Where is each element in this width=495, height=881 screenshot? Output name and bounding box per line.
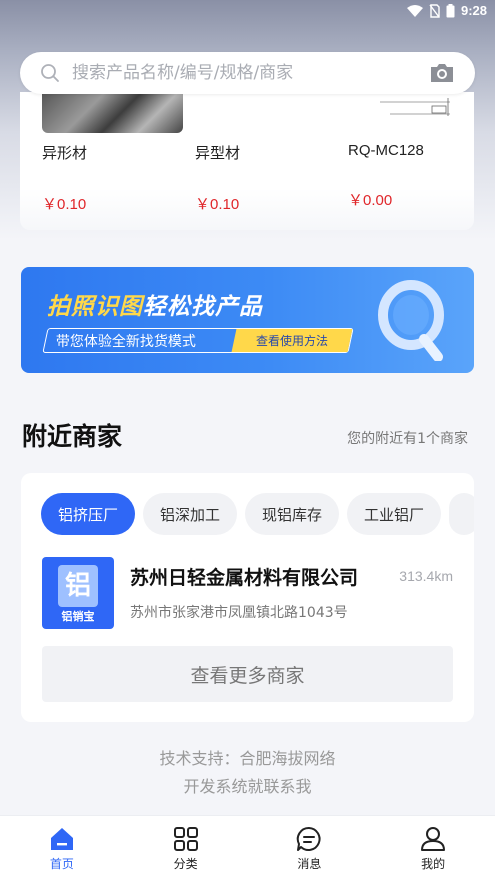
wifi-icon — [406, 4, 423, 17]
bottom-tab-bar: 首页 分类 消息 我的 — [0, 815, 495, 881]
chip-more[interactable] — [449, 493, 474, 535]
chip-extrusion[interactable]: 铝挤压厂 — [41, 493, 136, 535]
magnifier-icon — [378, 280, 444, 361]
tab-messages[interactable]: 消息 — [248, 816, 372, 881]
product-name: 异形材 — [42, 145, 88, 162]
photo-search-banner[interactable]: 拍照识图轻松找产品 带您体验全新找货模式 查看使用方法 — [21, 267, 474, 373]
logo-glyph: 铝 — [58, 565, 98, 607]
home-icon — [50, 828, 73, 850]
battery-icon — [446, 3, 455, 17]
merchant-logo[interactable]: 铝 铝销宝 — [42, 557, 114, 629]
more-merchants-button[interactable]: 查看更多商家 — [42, 646, 453, 702]
message-icon — [297, 826, 321, 851]
product-price: ￥0.10 — [42, 196, 87, 213]
banner-link-label: 查看使用方法 — [255, 334, 328, 348]
grid-icon — [173, 827, 198, 851]
banner-subtitle: 带您体验全新找货模式 — [56, 333, 196, 350]
banner-pill: 带您体验全新找货模式 查看使用方法 — [42, 328, 354, 353]
product-price: ￥0.10 — [195, 196, 240, 213]
product-item[interactable]: RQ-MC128 ￥0.00 — [348, 142, 478, 210]
tab-label: 分类 — [173, 857, 198, 871]
product-image[interactable] — [360, 92, 454, 122]
product-item[interactable]: 异型材 ￥0.10 — [195, 142, 325, 214]
product-image[interactable] — [42, 92, 183, 133]
tab-label: 消息 — [297, 857, 322, 871]
search-icon — [41, 64, 59, 82]
tab-label: 首页 — [49, 857, 74, 871]
tab-profile[interactable]: 我的 — [371, 816, 495, 881]
banner-title-highlight: 拍照识图 — [47, 294, 143, 320]
merchant-distance: 313.4km — [399, 568, 453, 584]
status-bar: 9:28 — [0, 0, 495, 22]
product-price: ￥0.00 — [348, 192, 393, 209]
chip-stock[interactable]: 现铝库存 — [245, 493, 340, 535]
status-time: 9:28 — [460, 3, 487, 18]
merchant-name[interactable]: 苏州日轻金属材料有限公司 — [130, 563, 362, 590]
banner-title-rest: 轻松找产品 — [143, 294, 263, 320]
merchant-address: 苏州市张家港市凤凰镇北路1043号 — [130, 605, 348, 621]
product-item[interactable]: 异形材 ￥0.10 — [42, 142, 172, 214]
search-bar[interactable] — [20, 52, 475, 94]
banner-link[interactable]: 查看使用方法 — [231, 329, 353, 352]
tab-category[interactable]: 分类 — [124, 816, 248, 881]
section-title: 附近商家 — [22, 422, 123, 451]
camera-icon[interactable] — [429, 62, 455, 84]
category-chips: 铝挤压厂 铝深加工 现铝库存 工业铝厂 — [41, 493, 474, 535]
product-name: 异型材 — [195, 145, 241, 162]
tech-support-text: 技术支持：合肥海拔网络 — [159, 749, 336, 768]
no-sim-icon — [429, 3, 440, 18]
contact-text: 开发系统就联系我 — [183, 777, 312, 796]
user-icon — [421, 827, 446, 851]
merchant-card: 铝挤压厂 铝深加工 现铝库存 工业铝厂 铝 铝销宝 苏州日轻金属材料有限公司 3… — [21, 473, 474, 722]
product-name: RQ-MC128 — [348, 142, 424, 159]
tab-label: 我的 — [421, 857, 446, 871]
search-input[interactable] — [72, 52, 412, 94]
logo-text: 铝销宝 — [61, 610, 95, 623]
banner-title: 拍照识图轻松找产品 — [47, 287, 263, 321]
nearby-count: 您的附近有1个商家 — [347, 431, 468, 447]
chip-industrial[interactable]: 工业铝厂 — [347, 493, 442, 535]
chip-deep-processing[interactable]: 铝深加工 — [143, 493, 238, 535]
tab-home[interactable]: 首页 — [0, 816, 124, 881]
product-strip: 异形材 ￥0.10 异型材 ￥0.10 RQ-MC128 ￥0.00 — [20, 92, 474, 230]
